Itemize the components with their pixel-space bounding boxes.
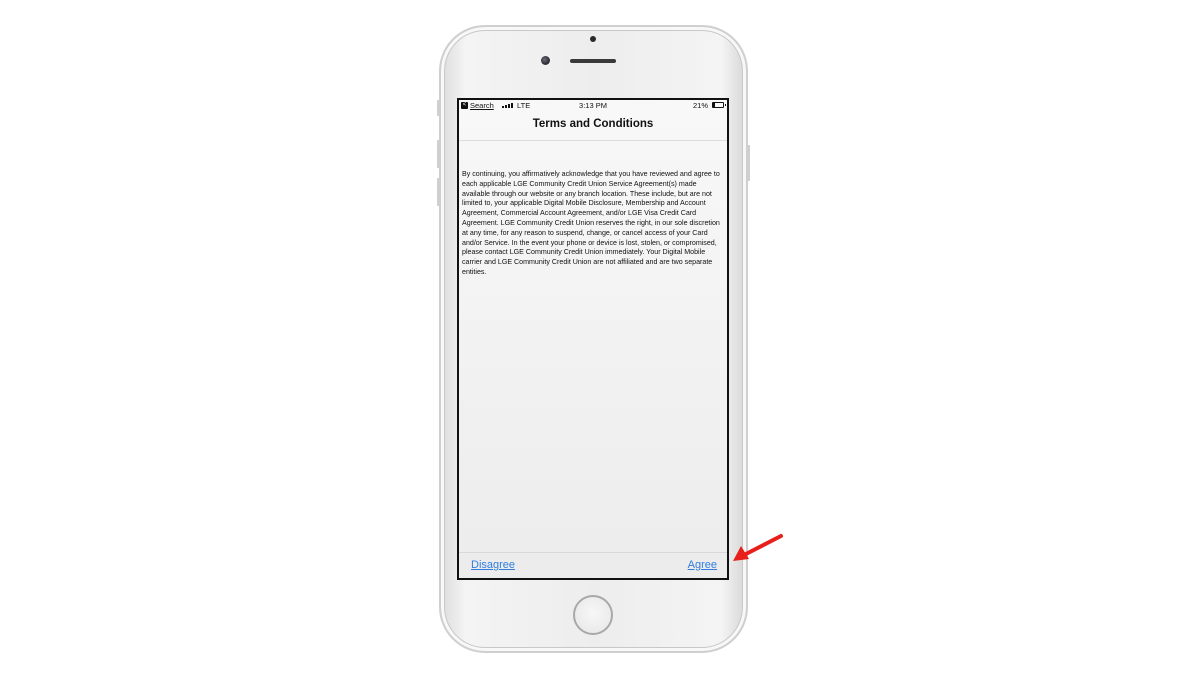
status-bar: < Search LTE 3:13 PM 21% <box>459 100 727 111</box>
earpiece-speaker <box>570 59 616 63</box>
home-button-icon[interactable] <box>573 595 613 635</box>
header-divider <box>459 140 727 141</box>
agree-button[interactable]: Agree <box>688 559 717 571</box>
red-arrow-icon <box>733 534 783 561</box>
battery-level-fill <box>713 103 716 107</box>
power-button <box>747 145 750 181</box>
volume-down-button <box>437 178 440 206</box>
battery-percentage: 21% <box>692 101 708 110</box>
battery-icon <box>712 102 726 108</box>
front-camera-icon <box>541 56 550 65</box>
footer-divider <box>459 552 727 553</box>
phone-screen: < Search LTE 3:13 PM 21% Terms and Condi… <box>457 98 729 580</box>
volume-up-button <box>437 140 440 168</box>
page-title: Terms and Conditions <box>532 118 654 130</box>
disagree-button[interactable]: Disagree <box>471 559 515 571</box>
terms-body-text: By continuing, you affirmatively acknowl… <box>462 170 720 276</box>
mute-switch <box>437 100 440 116</box>
proximity-sensor <box>590 36 596 42</box>
status-time: 3:13 PM <box>579 101 607 110</box>
